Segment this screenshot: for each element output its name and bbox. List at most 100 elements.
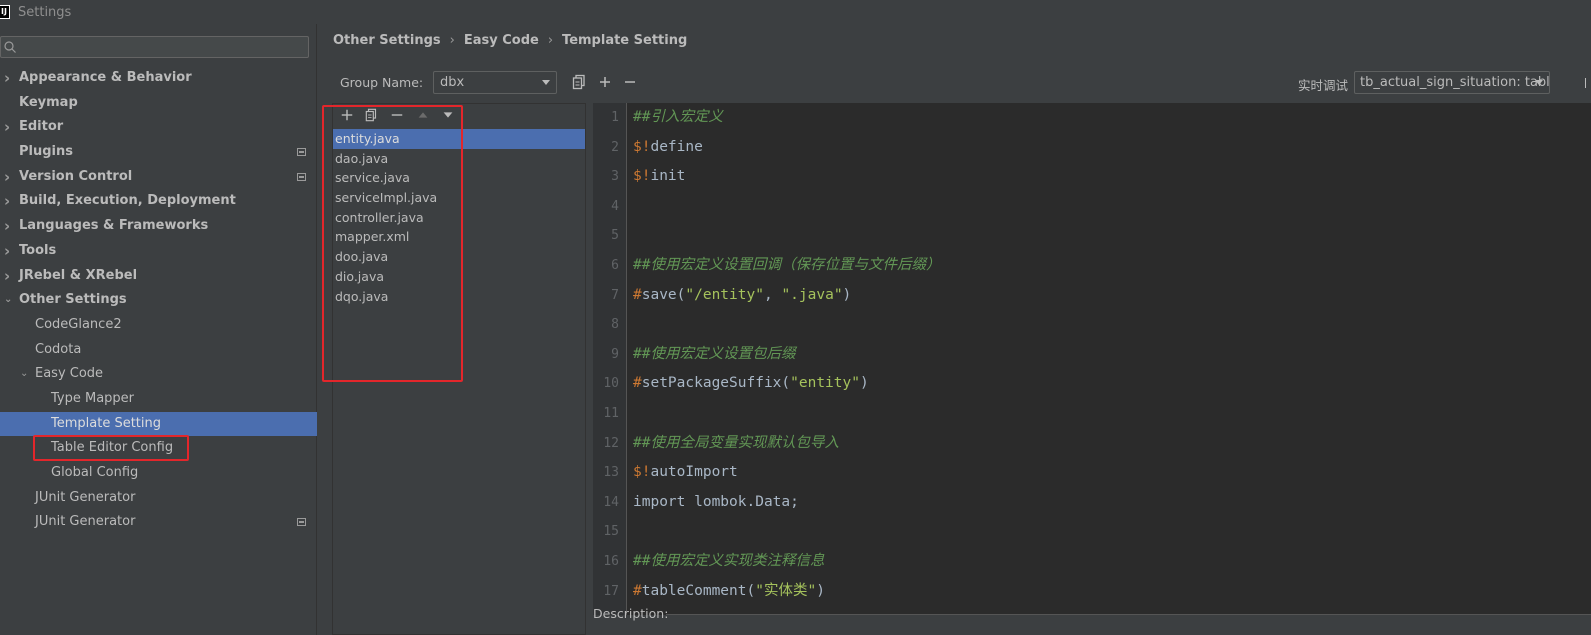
chevron-down-icon[interactable]: ⌄ — [20, 362, 30, 387]
template-file-item[interactable]: service.java — [333, 168, 585, 188]
line-number: 1 — [611, 110, 619, 125]
realtime-debug-select[interactable]: tb_actual_sign_situation: table — [1354, 71, 1550, 94]
code-token: setPackageSuffix( — [641, 375, 791, 392]
sidebar-item-codeglance2[interactable]: CodeGlance2 — [0, 313, 317, 338]
code-line: 4 — [593, 192, 1591, 222]
add-group-icon[interactable] — [597, 74, 613, 90]
code-token: 使用宏定义设置回调（保存位置与文件后缀） — [650, 257, 941, 273]
move-up-icon[interactable] — [416, 108, 430, 122]
sidebar-item-table-editor-config[interactable]: Table Editor Config — [0, 436, 317, 461]
sidebar-item-languages-frameworks[interactable]: › Languages & Frameworks — [0, 214, 317, 239]
breadcrumb-separator: › — [547, 33, 554, 48]
sidebar-item-editor[interactable]: › Editor — [0, 115, 317, 140]
group-name-value: dbx — [440, 75, 465, 90]
line-number: 17 — [603, 583, 619, 599]
code-token: 使用宏定义设置包后缀 — [650, 345, 796, 362]
sidebar-item-tools[interactable]: › Tools — [0, 239, 317, 264]
chevron-right-icon[interactable]: › — [4, 239, 14, 264]
code-token: # — [633, 375, 642, 392]
line-number: 15 — [603, 524, 619, 540]
template-file-item[interactable]: serviceImpl.java — [333, 188, 585, 208]
file-toolbar — [333, 104, 585, 126]
line-number: 8 — [611, 317, 619, 333]
code-line: 6 ##使用宏定义设置回调（保存位置与文件后缀） — [593, 251, 1591, 281]
copy-group-icon[interactable] — [572, 74, 588, 90]
sidebar-item-template-setting[interactable]: Template Setting — [0, 411, 317, 437]
code-token: import lombok.Data; — [633, 493, 799, 510]
code-line: 17 #tableComment("实体类") — [593, 577, 1591, 607]
line-number: 13 — [603, 465, 619, 481]
sidebar-item-type-mapper[interactable]: Type Mapper — [0, 387, 317, 412]
template-file-item[interactable]: dqo.java — [333, 287, 585, 307]
template-file-item[interactable]: controller.java — [333, 208, 585, 228]
code-text: #setPackageSuffix("entity") — [633, 369, 869, 399]
line-number: 6 — [611, 258, 619, 273]
chevron-right-icon[interactable]: › — [4, 66, 14, 91]
sidebar-item-label: Editor — [19, 119, 64, 135]
template-file-panel: entity.java dao.java service.java serviceIm… — [332, 103, 586, 635]
code-token: $! — [633, 168, 651, 185]
code-token: ## — [633, 553, 651, 569]
chevron-down-icon[interactable]: ⌄ — [4, 288, 14, 313]
sidebar-item-junit-generator[interactable]: JUnit Generator — [0, 486, 317, 511]
settings-sidebar: › Appearance & Behavior Keymap › Editor Plugi… — [0, 24, 317, 635]
sidebar-item-label: Type Mapper — [51, 390, 135, 406]
sidebar-item-label: Template Setting — [51, 415, 161, 431]
group-name-select[interactable]: dbx — [433, 71, 557, 94]
code-token: ) — [816, 582, 825, 599]
breadcrumb-other-settings[interactable]: Other Settings — [333, 33, 441, 48]
code-text: $!autoImport — [633, 458, 738, 488]
chevron-right-icon[interactable]: › — [4, 214, 14, 239]
description-divider — [666, 614, 1591, 615]
remove-group-icon[interactable] — [622, 74, 638, 90]
code-token: "entity" — [790, 375, 860, 392]
intellij-logo-icon: IJ — [0, 5, 10, 19]
code-line: 7 #save("/entity", ".java") — [593, 281, 1591, 311]
code-token: tableComment( — [641, 582, 756, 599]
add-file-icon[interactable] — [340, 108, 354, 122]
sidebar-item-label: Easy Code — [35, 366, 104, 382]
code-token: ## — [633, 257, 651, 273]
breadcrumb-easy-code[interactable]: Easy Code — [464, 33, 539, 48]
chevron-right-icon[interactable]: › — [4, 165, 14, 190]
sidebar-item-label: Version Control — [19, 168, 133, 184]
settings-search-box[interactable] — [0, 36, 309, 58]
template-file-item[interactable]: entity.java — [333, 129, 585, 149]
settings-tree: › Appearance & Behavior Keymap › Editor Plugi… — [0, 66, 317, 535]
line-number: 3 — [611, 169, 619, 185]
realtime-debug-value: tb_actual_sign_situation: table — [1360, 75, 1550, 90]
template-file-list: entity.java dao.java service.java serviceIm… — [333, 129, 585, 306]
search-input[interactable] — [21, 39, 301, 55]
code-token: , — [763, 286, 782, 303]
chevron-down-icon — [542, 80, 550, 85]
line-number: 9 — [611, 346, 619, 362]
sidebar-item-codota[interactable]: Codota — [0, 338, 317, 363]
sidebar-item-keymap[interactable]: Keymap — [0, 91, 317, 116]
sidebar-item-build-execution-deployment[interactable]: › Build, Execution, Deployment — [0, 189, 317, 214]
line-number: 7 — [611, 287, 619, 303]
chevron-right-icon[interactable]: › — [4, 264, 14, 289]
sidebar-item-plugins[interactable]: Plugins — [0, 140, 317, 165]
sidebar-item-version-control[interactable]: › Version Control — [0, 165, 317, 190]
copy-file-icon[interactable] — [365, 108, 379, 122]
template-file-item[interactable]: dio.java — [333, 267, 585, 287]
code-text: $!init — [633, 162, 685, 192]
sidebar-item-label: JUnit Generator — [35, 489, 136, 505]
sidebar-item-other-settings[interactable]: ⌄ Other Settings — [0, 288, 317, 313]
code-line: 3 $!init — [593, 162, 1591, 192]
sidebar-item-label: Tools — [19, 242, 57, 258]
template-code-editor[interactable]: 1 ##引入宏定义 2 $!define 3 $!init 4 5 6 ##使用宏定义设置回调（保… — [593, 103, 1591, 615]
template-file-item[interactable]: mapper.xml — [333, 227, 585, 247]
sidebar-item-global-config[interactable]: Global Config — [0, 461, 317, 486]
template-file-item[interactable]: dao.java — [333, 149, 585, 169]
code-token: # — [633, 582, 642, 599]
sidebar-item-junit-generator[interactable]: JUnit Generator — [0, 510, 317, 535]
sidebar-item-easy-code[interactable]: ⌄ Easy Code — [0, 362, 317, 387]
chevron-right-icon[interactable]: › — [4, 189, 14, 214]
template-file-item[interactable]: doo.java — [333, 247, 585, 267]
remove-file-icon[interactable] — [390, 108, 404, 122]
chevron-right-icon[interactable]: › — [4, 115, 14, 140]
sidebar-item-jrebel-xrebel[interactable]: › JRebel & XRebel — [0, 264, 317, 289]
move-down-icon[interactable] — [441, 108, 455, 122]
sidebar-item-appearance-behavior[interactable]: › Appearance & Behavior — [0, 66, 317, 91]
